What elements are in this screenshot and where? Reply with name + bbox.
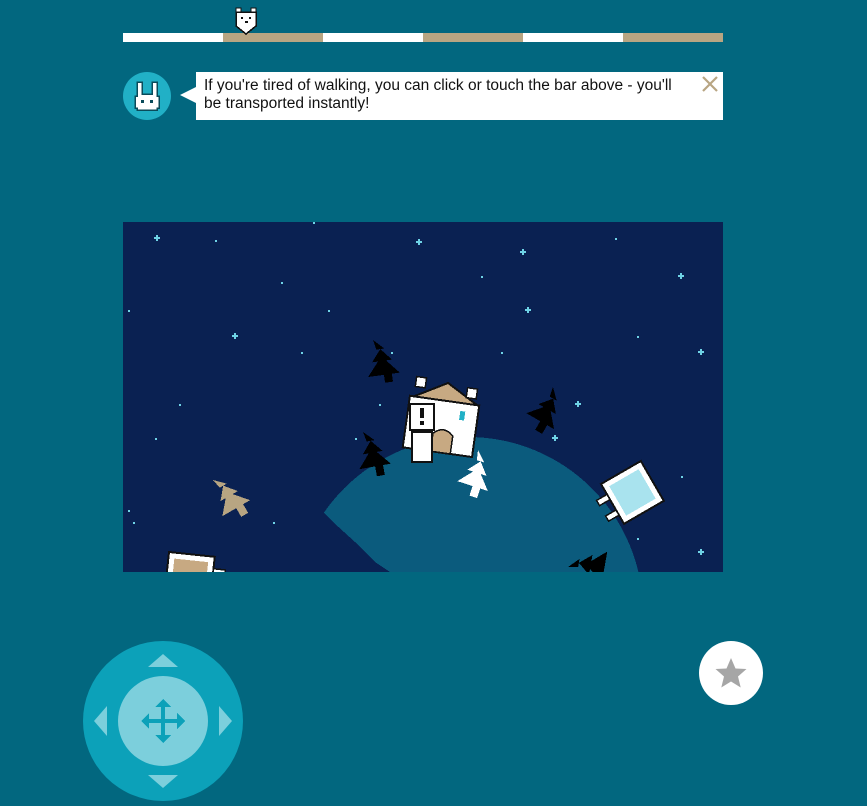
arrow-down-icon[interactable] (146, 774, 180, 790)
signpost-icon (163, 550, 227, 572)
progress-segment[interactable] (523, 33, 623, 42)
game-scene[interactable] (123, 222, 723, 572)
arrow-right-icon[interactable] (218, 704, 234, 738)
speech-bubble: If you're tired of walking, you can clic… (196, 72, 723, 120)
progress-segment[interactable] (323, 33, 423, 42)
dpad[interactable] (83, 641, 243, 801)
dialog-text: If you're tired of walking, you can clic… (204, 77, 672, 112)
dpad-center[interactable] (118, 676, 208, 766)
scene-canvas (128, 222, 704, 572)
planet (281, 437, 639, 572)
arrow-left-icon[interactable] (92, 704, 108, 738)
progress-bar[interactable] (123, 33, 723, 42)
bunny-icon (123, 72, 171, 120)
star-icon (715, 658, 747, 688)
polar-bear-icon (409, 403, 435, 463)
pine-tree-icon (526, 387, 557, 434)
pine-tree-icon (368, 340, 400, 383)
progress-segment[interactable] (423, 33, 523, 42)
favorite-button[interactable] (699, 641, 763, 705)
arrow-up-icon[interactable] (146, 652, 180, 668)
pine-tree-icon (213, 480, 251, 517)
progress-segment[interactable] (123, 33, 223, 42)
polar-bear-icon (235, 7, 257, 35)
move-icon (141, 699, 185, 743)
progress-segment[interactable] (623, 33, 723, 42)
close-icon[interactable] (701, 75, 719, 93)
speech-bubble-tail (180, 87, 196, 103)
